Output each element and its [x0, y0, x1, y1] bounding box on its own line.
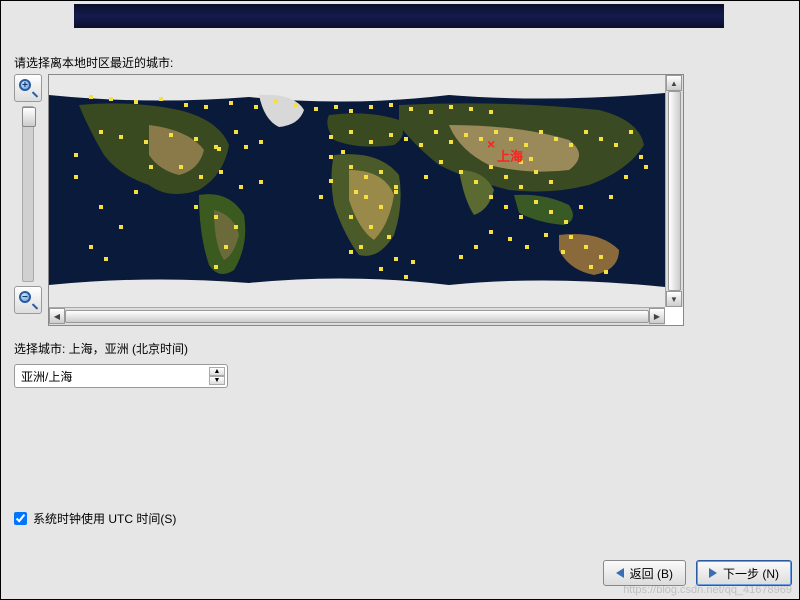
hscroll-thumb[interactable] — [65, 310, 649, 323]
wizard-button-row: 返回 (B) 下一步 (N) — [603, 560, 792, 586]
header-banner — [74, 4, 724, 28]
zoom-slider-thumb[interactable] — [22, 107, 36, 127]
prompt-label: 请选择离本地时区最近的城市: — [14, 54, 173, 71]
timezone-select[interactable]: 亚洲/上海 ▲ ▼ — [14, 364, 228, 388]
zoom-slider-track[interactable] — [22, 106, 34, 282]
select-spinner[interactable]: ▲ ▼ — [209, 367, 225, 385]
selected-city-label: 选择城市: 上海，亚洲 (北京时间) — [14, 340, 188, 357]
world-map[interactable]: ×上海 — [49, 75, 665, 307]
map-horizontal-scrollbar[interactable]: ◀ ▶ — [49, 307, 665, 325]
map-frame: ×上海 ▲ ▼ ◀ ▶ — [48, 74, 684, 326]
utc-checkbox[interactable] — [14, 512, 27, 525]
svg-text:×: × — [487, 136, 495, 152]
scroll-up-icon[interactable]: ▲ — [666, 75, 682, 91]
zoom-out-icon: − — [19, 291, 37, 309]
utc-checkbox-row[interactable]: 系统时钟使用 UTC 时间(S) — [14, 510, 176, 527]
chevron-down-icon[interactable]: ▼ — [209, 376, 225, 385]
vscroll-thumb[interactable] — [668, 91, 681, 291]
zoom-out-button[interactable]: − — [14, 286, 42, 314]
next-button[interactable]: 下一步 (N) — [696, 560, 792, 586]
utc-checkbox-label: 系统时钟使用 UTC 时间(S) — [33, 510, 176, 527]
map-vertical-scrollbar[interactable]: ▲ ▼ — [665, 75, 683, 307]
chevron-up-icon[interactable]: ▲ — [209, 367, 225, 376]
back-button-label: 返回 (B) — [630, 565, 673, 582]
back-button[interactable]: 返回 (B) — [603, 560, 686, 586]
scroll-right-icon[interactable]: ▶ — [649, 308, 665, 324]
arrow-left-icon — [616, 568, 624, 578]
scroll-left-icon[interactable]: ◀ — [49, 308, 65, 324]
zoom-in-button[interactable]: + — [14, 74, 42, 102]
timezone-map-area: + − — [14, 74, 684, 326]
zoom-control: + − — [14, 74, 44, 314]
scroll-down-icon[interactable]: ▼ — [666, 291, 682, 307]
zoom-in-icon: + — [19, 79, 37, 97]
svg-text:上海: 上海 — [497, 149, 523, 164]
next-button-label: 下一步 (N) — [723, 565, 779, 582]
arrow-right-icon — [709, 568, 717, 578]
watermark: https://blog.csdn.net/qq_41678969 — [623, 584, 792, 596]
timezone-value: 亚洲/上海 — [21, 368, 72, 385]
